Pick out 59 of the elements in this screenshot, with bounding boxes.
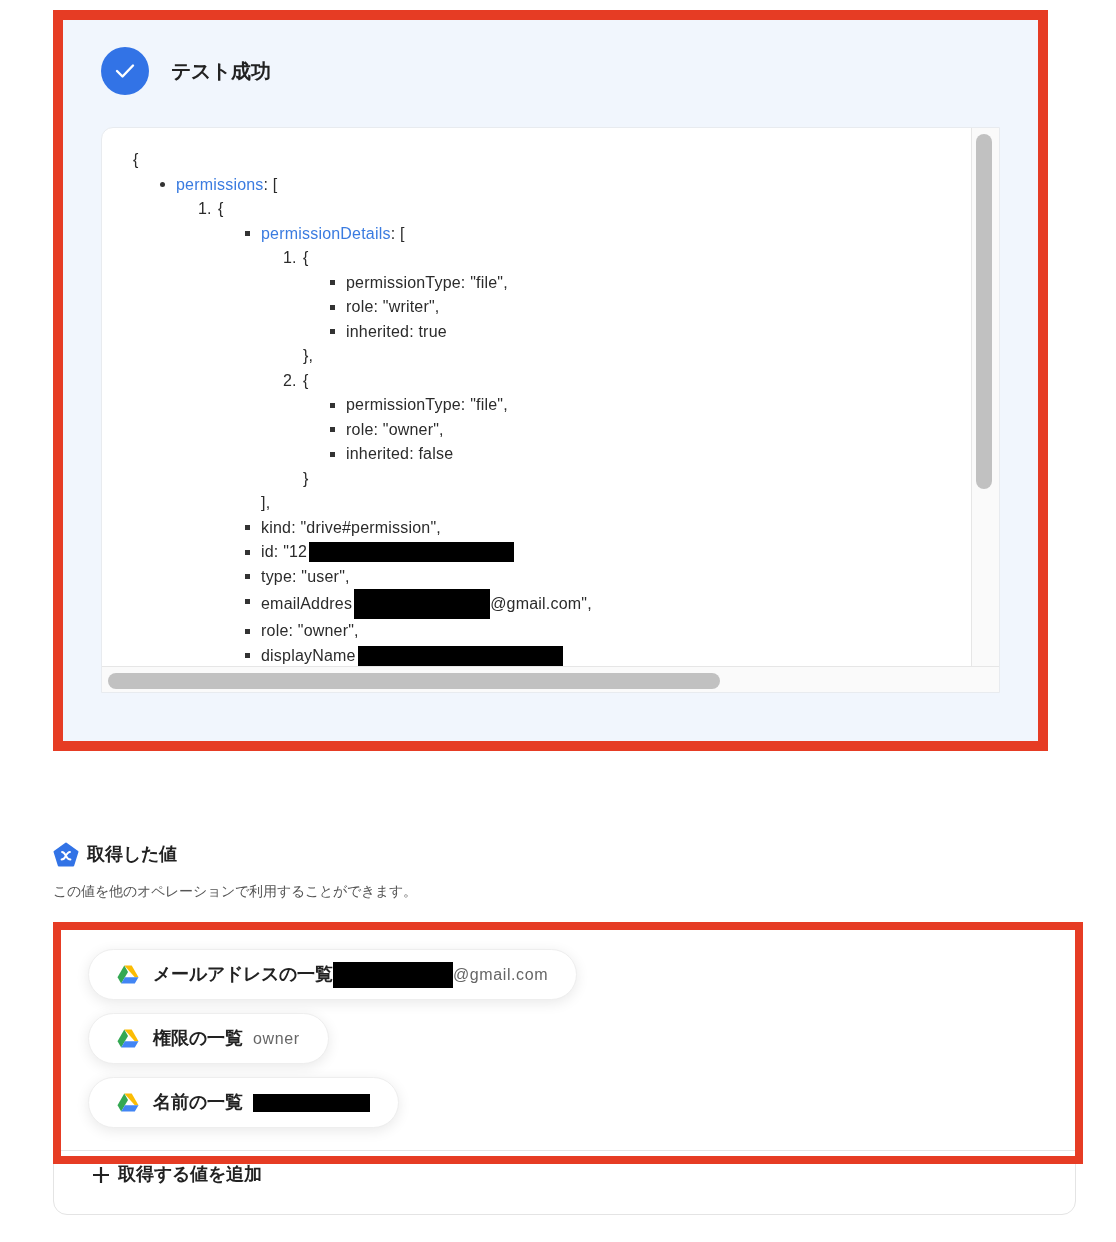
chip-value: owner [253, 1028, 300, 1049]
bullet-icon [330, 280, 335, 286]
code-line: role: "owner", [346, 419, 444, 440]
list-number: 2. [283, 370, 298, 391]
code-line: role: "writer", [346, 297, 440, 317]
bullet-icon [245, 549, 250, 555]
code-line: { [133, 150, 140, 170]
scrollbar-thumb[interactable] [108, 673, 720, 689]
code-line: permissions: [ [176, 174, 279, 195]
bullet-icon [245, 231, 250, 237]
check-icon [101, 47, 149, 95]
code-line: { [303, 248, 310, 268]
bullet-icon [330, 451, 335, 457]
bullet-icon [245, 598, 250, 604]
list-number: 1. [283, 248, 298, 268]
code-line: { [218, 199, 225, 219]
result-title: テスト成功 [171, 59, 271, 84]
bullet-icon [245, 525, 250, 531]
code-line: @gmail.com", [490, 593, 592, 614]
bullet-icon [330, 402, 335, 408]
code-line: displayName [261, 645, 356, 666]
code-line: }, [303, 346, 315, 366]
bullet-icon [245, 574, 250, 580]
code-line: permissionDetails: [ [261, 223, 406, 244]
code-line: ], [261, 493, 272, 513]
add-value-button[interactable]: 取得する値を追加 [54, 1151, 300, 1215]
chip-value: @gmail.com [453, 964, 549, 985]
code-line: inherited: false [346, 444, 454, 464]
code-line: permissionType: "file", [346, 272, 508, 293]
drive-icon [117, 1029, 139, 1049]
section-title: 取得した値 [87, 843, 177, 866]
bullet-icon [330, 304, 335, 310]
drive-icon [117, 965, 139, 985]
section-description: この値を他のオペレーションで利用することができます。 [53, 883, 418, 901]
plus-icon [92, 1165, 110, 1184]
code-line: role: "owner", [261, 621, 359, 641]
value-chip[interactable]: 名前の一覧 [88, 1077, 399, 1129]
code-line: { [303, 370, 310, 391]
code-line: emailAddres [261, 593, 353, 614]
value-chip[interactable]: 権限の一覧 owner [88, 1013, 329, 1065]
bullet-icon [245, 628, 250, 634]
variable-icon [53, 841, 79, 868]
bullet-icon [245, 653, 250, 659]
value-chip[interactable]: メールアドレスの一覧 @gmail.com [88, 949, 578, 1001]
bullet-icon [330, 329, 335, 335]
code-line: inherited: true [346, 321, 447, 342]
code-line: kind: "drive#permission", [261, 517, 441, 538]
chip-label: 権限の一覧 [153, 1027, 243, 1051]
chip-label: 名前の一覧 [153, 1091, 243, 1115]
code-line: type: "user", [261, 566, 350, 587]
code-line: } [303, 468, 310, 489]
code-line: permissionType: "file", [346, 395, 508, 415]
drive-icon [117, 1093, 139, 1113]
chip-label: メールアドレスの一覧 [153, 963, 333, 987]
bullet-icon [160, 182, 165, 188]
scrollbar-thumb[interactable] [976, 134, 992, 489]
list-number: 1. [198, 199, 213, 219]
code-line: id: "12 [261, 542, 308, 562]
bullet-icon [330, 427, 335, 433]
